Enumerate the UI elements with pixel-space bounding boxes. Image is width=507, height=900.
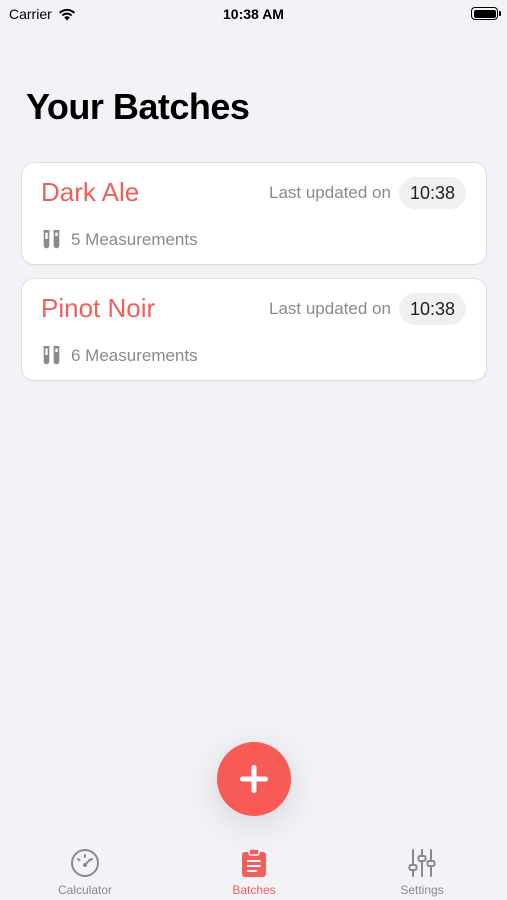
tab-batches[interactable]: Batches	[194, 834, 314, 900]
tab-label: Batches	[232, 883, 276, 897]
plus-icon	[240, 765, 268, 793]
clipboard-icon	[242, 848, 266, 877]
gauge-icon	[71, 849, 99, 877]
last-updated-label: Last updated on	[269, 183, 391, 202]
last-updated: Last updated on 10:38	[269, 177, 466, 209]
batch-name: Pinot Noir	[41, 293, 156, 323]
tab-settings[interactable]: Settings	[362, 834, 482, 900]
batch-card-dark-ale[interactable]: Dark Ale Last updated on 10:38 5 Measure…	[22, 163, 486, 264]
updated-time-badge: 10:38	[398, 293, 466, 325]
updated-time-badge: 10:38	[398, 177, 466, 209]
measurements-row: 6 Measurements	[41, 345, 198, 366]
status-time: 10:38 AM	[223, 6, 284, 22]
tab-calculator[interactable]: Calculator	[25, 834, 145, 900]
batch-list: Dark Ale Last updated on 10:38 5 Measure…	[22, 163, 486, 395]
sliders-icon	[408, 849, 436, 877]
last-updated: Last updated on 10:38	[269, 293, 466, 325]
measurement-count: 5 Measurements	[71, 229, 198, 249]
measurement-count: 6 Measurements	[71, 345, 198, 365]
status-bar: Carrier 10:38 AM	[0, 0, 507, 28]
test-tubes-icon	[43, 346, 60, 365]
tab-bar: Calculator Batches Settings	[0, 834, 507, 900]
batch-name: Dark Ale	[41, 177, 140, 207]
measurements-row: 5 Measurements	[41, 229, 198, 250]
test-tubes-icon	[43, 230, 60, 249]
tab-label: Settings	[400, 883, 444, 897]
tab-label: Calculator	[57, 883, 113, 897]
add-batch-button[interactable]	[217, 742, 291, 816]
page-title: Your Batches	[26, 86, 250, 127]
last-updated-label: Last updated on	[269, 299, 391, 318]
batch-card-pinot-noir[interactable]: Pinot Noir Last updated on 10:38 6 Measu…	[22, 279, 486, 380]
battery-icon	[471, 7, 501, 20]
